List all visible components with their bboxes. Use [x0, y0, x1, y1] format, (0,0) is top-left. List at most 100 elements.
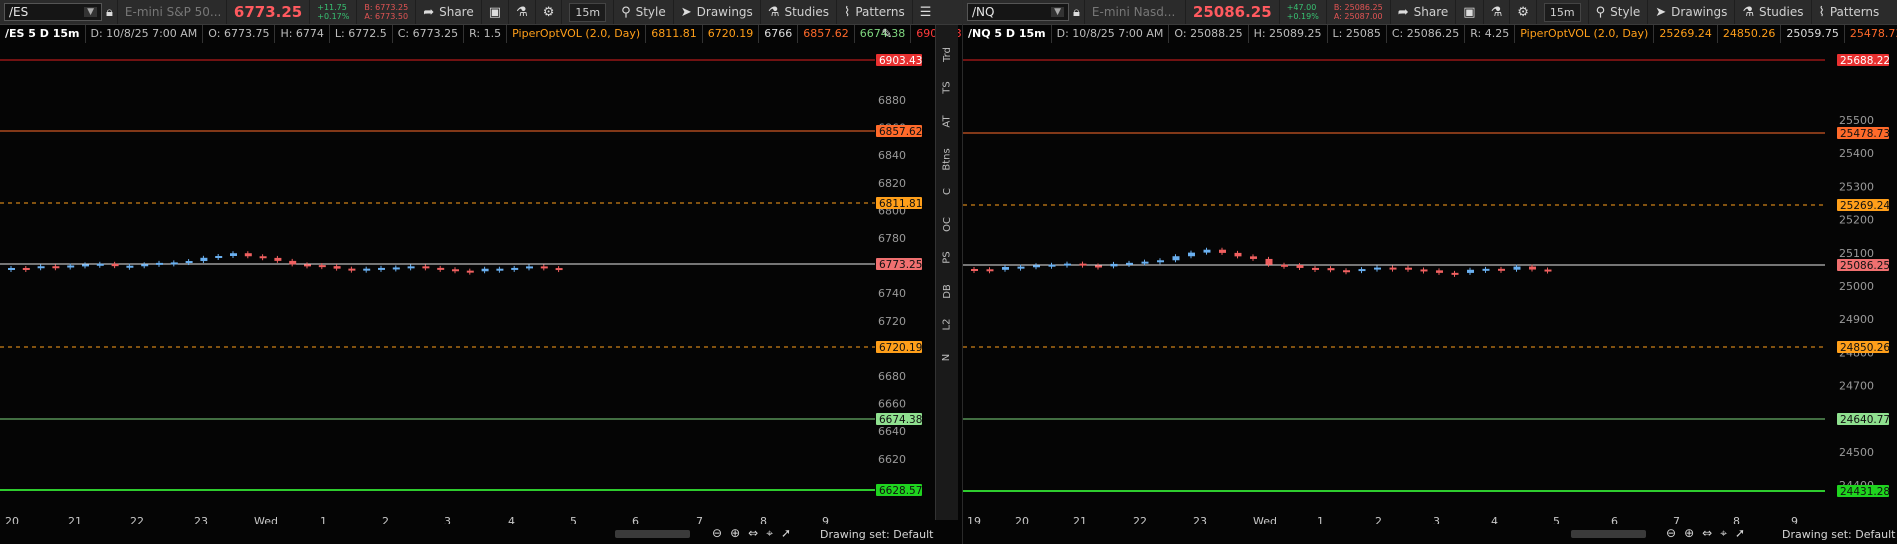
candle — [422, 266, 430, 269]
vtab-label: DB — [941, 283, 953, 299]
time-axis-label: 3 — [1433, 515, 1440, 524]
candle — [481, 268, 489, 272]
horizontal-scrollbar[interactable] — [1571, 530, 1646, 538]
candle — [22, 267, 30, 270]
candle — [1405, 267, 1412, 270]
price-axis-label: 25200 — [1839, 214, 1874, 227]
price-axis-label: 25100 — [1839, 247, 1874, 260]
level-price-label: 25269.24 — [1840, 200, 1890, 212]
vtab-ts[interactable]: TS — [936, 73, 958, 101]
price-axis-label: 6720 — [878, 315, 906, 328]
price-axis-label: 6780 — [878, 232, 906, 245]
time-axis-label: 22 — [130, 515, 144, 524]
drawing-set-label[interactable]: Drawing set: Default — [820, 528, 933, 541]
candle — [82, 264, 89, 267]
candle — [1157, 260, 1164, 263]
vtab-ps[interactable]: PS — [936, 243, 958, 271]
candle — [1048, 264, 1056, 267]
price-chart[interactable]: 6880686068406820680067806760674067206700… — [0, 0, 935, 524]
candle — [1327, 268, 1335, 271]
vtab-l2[interactable]: L2 — [936, 310, 958, 338]
vtab-label: TS — [941, 80, 953, 94]
zoom-in-icon[interactable]: ⊕ — [1684, 526, 1694, 541]
zoom-out-icon[interactable]: ⊖ — [1666, 526, 1676, 541]
candle — [1374, 267, 1381, 270]
candle — [407, 266, 415, 269]
time-axis-label: 8 — [1733, 515, 1740, 524]
price-axis-label: 6680 — [878, 370, 906, 383]
time-axis-label: 21 — [68, 515, 82, 524]
candle — [1002, 267, 1009, 270]
chart-panel-es: /ES ▼ 🔒︎ E-mini S&P 50... 6773.25 +11.75… — [0, 0, 963, 544]
candle — [1343, 270, 1350, 273]
vtab-trd[interactable]: Trd — [936, 40, 958, 68]
drawing-set-label[interactable]: Drawing set: Default — [1782, 528, 1895, 541]
level-price-label: 24640.77 — [1840, 414, 1890, 426]
price-axis-label: 6840 — [878, 149, 906, 162]
crosshair-icon[interactable]: ⌖ — [766, 526, 773, 541]
candle — [37, 266, 45, 269]
time-axis-label: 3 — [444, 515, 451, 524]
candle — [230, 253, 237, 256]
candle — [156, 262, 163, 265]
horizontal-scrollbar[interactable] — [615, 530, 690, 538]
price-axis-label: 25300 — [1839, 180, 1874, 193]
vtab-at[interactable]: AT — [936, 107, 958, 135]
pointer-icon[interactable]: ➚ — [781, 526, 791, 541]
vtab-db[interactable]: DB — [936, 277, 958, 305]
time-axis-label: 9 — [822, 515, 829, 524]
time-axis-label: 6 — [632, 515, 639, 524]
candle — [348, 268, 356, 271]
candle — [52, 266, 60, 269]
candle — [1312, 267, 1319, 270]
candle — [1451, 272, 1459, 275]
candle — [1544, 269, 1552, 272]
vtab-oc[interactable]: OC — [936, 210, 958, 238]
candle — [1436, 270, 1443, 273]
pan-icon[interactable]: ⇔ — [748, 526, 758, 541]
level-price-label: 25688.22 — [1840, 55, 1890, 67]
candle — [511, 267, 519, 270]
vtab-c[interactable]: C — [936, 177, 958, 205]
vtab-n[interactable]: N — [936, 343, 958, 371]
time-axis-label: 22 — [1133, 515, 1147, 524]
level-price-label: 6674.38 — [879, 414, 922, 426]
pan-icon[interactable]: ⇔ — [1702, 526, 1712, 541]
vtab-label: PS — [941, 250, 953, 264]
candle — [452, 269, 459, 272]
candle — [259, 256, 267, 259]
candle — [170, 262, 178, 265]
vtab-label: C — [941, 187, 953, 195]
time-axis-label: 4 — [1491, 515, 1498, 524]
chart-controls: ⊖ ⊕ ⇔ ⌖ ➚ — [712, 526, 791, 541]
candle — [1172, 256, 1180, 261]
candle — [1219, 249, 1226, 253]
candle — [1017, 266, 1025, 269]
candle — [1110, 263, 1118, 267]
candle — [244, 253, 252, 257]
price-axis-label: 6620 — [878, 453, 906, 466]
time-axis-label: 7 — [1673, 515, 1680, 524]
time-axis-label: 1 — [320, 515, 327, 524]
pointer-icon[interactable]: ➚ — [1735, 526, 1745, 541]
candle — [1033, 265, 1040, 268]
candle — [540, 266, 548, 269]
vtab-btns[interactable]: Btns — [936, 145, 958, 173]
candle — [126, 265, 134, 268]
time-axis-label: 20 — [1015, 515, 1029, 524]
candle — [363, 268, 371, 271]
crosshair-icon[interactable]: ⌖ — [1720, 526, 1727, 541]
price-axis-label: 24900 — [1839, 313, 1874, 326]
candle — [971, 269, 978, 271]
zoom-out-icon[interactable]: ⊖ — [712, 526, 722, 541]
price-chart[interactable]: 2550025400253002520025100250002490024800… — [963, 0, 1897, 524]
vtab-label: Btns — [941, 147, 953, 171]
level-price-label: 6628.57 — [879, 485, 922, 497]
zoom-in-icon[interactable]: ⊕ — [730, 526, 740, 541]
price-axis-label: 6740 — [878, 287, 906, 300]
level-price-label: 6811.81 — [879, 198, 922, 210]
plot-area — [963, 44, 1825, 510]
candle — [466, 270, 474, 273]
time-axis-label: 19 — [967, 515, 981, 524]
price-axis-label: 25000 — [1839, 280, 1874, 293]
